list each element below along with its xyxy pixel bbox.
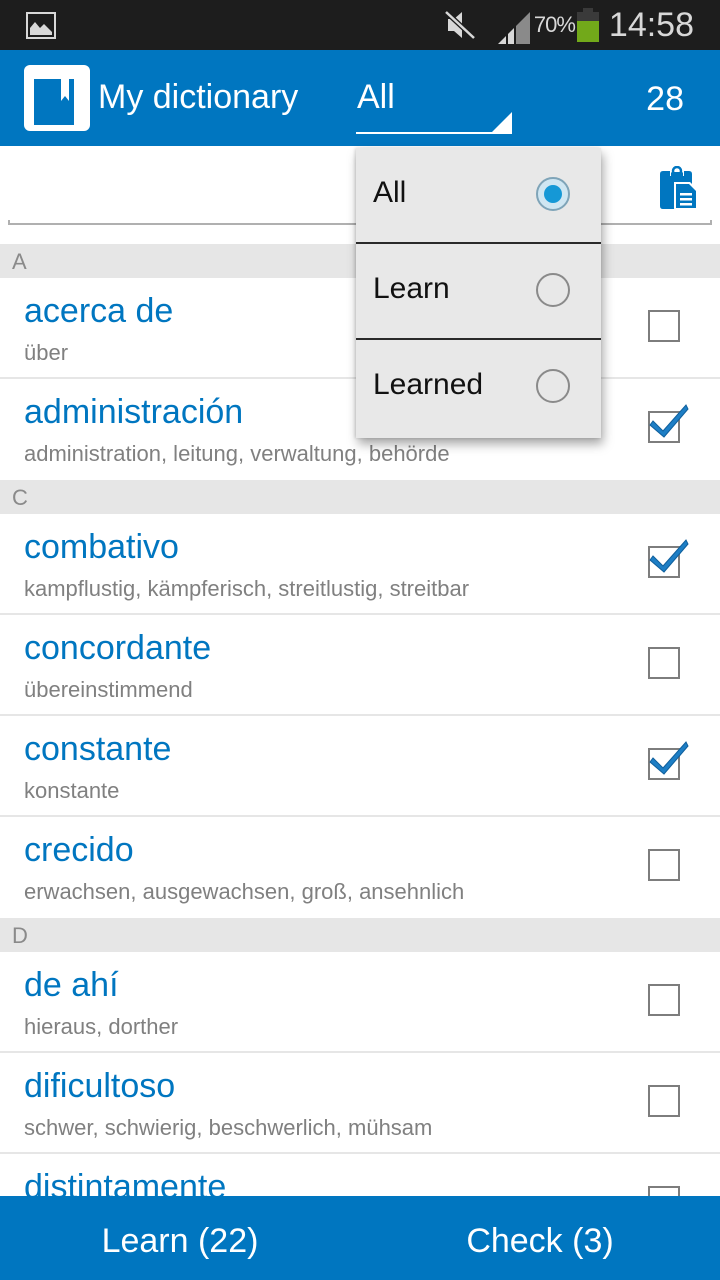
clock: 14:58 bbox=[608, 5, 694, 44]
list-item[interactable]: concordante übereinstimmend bbox=[0, 615, 720, 716]
learned-checkbox[interactable] bbox=[648, 849, 680, 881]
check-button-label: Check (3) bbox=[466, 1221, 614, 1260]
mute-icon bbox=[444, 10, 476, 40]
learned-checkbox[interactable] bbox=[648, 1186, 680, 1196]
word: distintamente bbox=[24, 1168, 227, 1196]
learn-button-label: Learn (22) bbox=[101, 1221, 259, 1260]
word: crecido bbox=[24, 831, 134, 869]
filter-option-learned[interactable]: Learned bbox=[356, 340, 601, 436]
learned-checkbox[interactable] bbox=[648, 310, 680, 342]
word: constante bbox=[24, 730, 172, 768]
filter-option-all[interactable]: All bbox=[356, 148, 601, 244]
translation: administration, leitung, verwaltung, beh… bbox=[24, 441, 450, 466]
filter-option-learn[interactable]: Learn bbox=[356, 244, 601, 340]
app-title: My dictionary bbox=[98, 78, 299, 116]
clipboard-icon[interactable] bbox=[656, 166, 702, 210]
radio-button[interactable] bbox=[536, 177, 570, 211]
list-item[interactable]: combativo kampflustig, kämpferisch, stre… bbox=[0, 514, 720, 615]
section-header: C bbox=[0, 480, 720, 514]
list-item[interactable]: crecido erwachsen, ausgewachsen, groß, a… bbox=[0, 817, 720, 918]
dictionary-book-icon bbox=[24, 65, 90, 131]
battery-icon bbox=[576, 8, 599, 42]
translation: konstante bbox=[24, 778, 120, 803]
option-label: All bbox=[373, 176, 407, 209]
spinner-underline bbox=[356, 132, 512, 134]
checkmark-icon bbox=[649, 404, 689, 438]
status-bar: 70% 14:58 bbox=[0, 0, 720, 50]
radio-button[interactable] bbox=[536, 273, 570, 307]
list-item[interactable]: distintamente bbox=[0, 1154, 720, 1196]
translation: übereinstimmend bbox=[24, 677, 193, 702]
app-bar: My dictionary All 28 bbox=[0, 50, 720, 146]
learn-button[interactable]: Learn (22) bbox=[0, 1196, 360, 1280]
word-count: 28 bbox=[646, 80, 684, 118]
word: de ahí bbox=[24, 966, 119, 1004]
signal-icon bbox=[497, 12, 530, 44]
word: administración bbox=[24, 393, 244, 431]
battery-percent: 70% bbox=[533, 12, 576, 37]
learned-checkbox[interactable] bbox=[648, 984, 680, 1016]
list-item[interactable]: constante konstante bbox=[0, 716, 720, 817]
learned-checkbox[interactable] bbox=[648, 1085, 680, 1117]
spinner-arrow-icon bbox=[490, 112, 512, 134]
filter-spinner[interactable]: All bbox=[356, 72, 512, 138]
checkmark-icon bbox=[649, 741, 689, 775]
list-item[interactable]: de ahí hieraus, dorther bbox=[0, 952, 720, 1053]
translation: über bbox=[24, 340, 69, 365]
word: combativo bbox=[24, 528, 179, 566]
translation: schwer, schwierig, beschwerlich, mühsam bbox=[24, 1115, 433, 1140]
learned-checkbox[interactable] bbox=[648, 647, 680, 679]
learned-checkbox[interactable] bbox=[648, 741, 689, 780]
radio-button[interactable] bbox=[536, 369, 570, 403]
option-label: Learned bbox=[373, 368, 484, 401]
translation: erwachsen, ausgewachsen, groß, ansehnlic… bbox=[24, 879, 465, 904]
word: dificultoso bbox=[24, 1067, 176, 1105]
word: acerca de bbox=[24, 292, 174, 330]
learned-checkbox[interactable] bbox=[648, 404, 689, 443]
list-item[interactable]: dificultoso schwer, schwierig, beschwerl… bbox=[0, 1053, 720, 1154]
bottom-bar: Learn (22) Check (3) bbox=[0, 1196, 720, 1280]
check-button[interactable]: Check (3) bbox=[360, 1196, 720, 1280]
filter-value: All bbox=[357, 78, 395, 116]
gallery-icon bbox=[26, 12, 56, 39]
section-header: D bbox=[0, 918, 720, 952]
checkmark-icon bbox=[649, 539, 689, 573]
filter-dropdown: All Learn Learned bbox=[356, 148, 601, 438]
translation: hieraus, dorther bbox=[24, 1014, 179, 1039]
learned-checkbox[interactable] bbox=[648, 539, 689, 578]
option-label: Learn bbox=[373, 272, 450, 305]
translation: kampflustig, kämpferisch, streitlustig, … bbox=[24, 576, 470, 601]
word: concordante bbox=[24, 629, 212, 667]
